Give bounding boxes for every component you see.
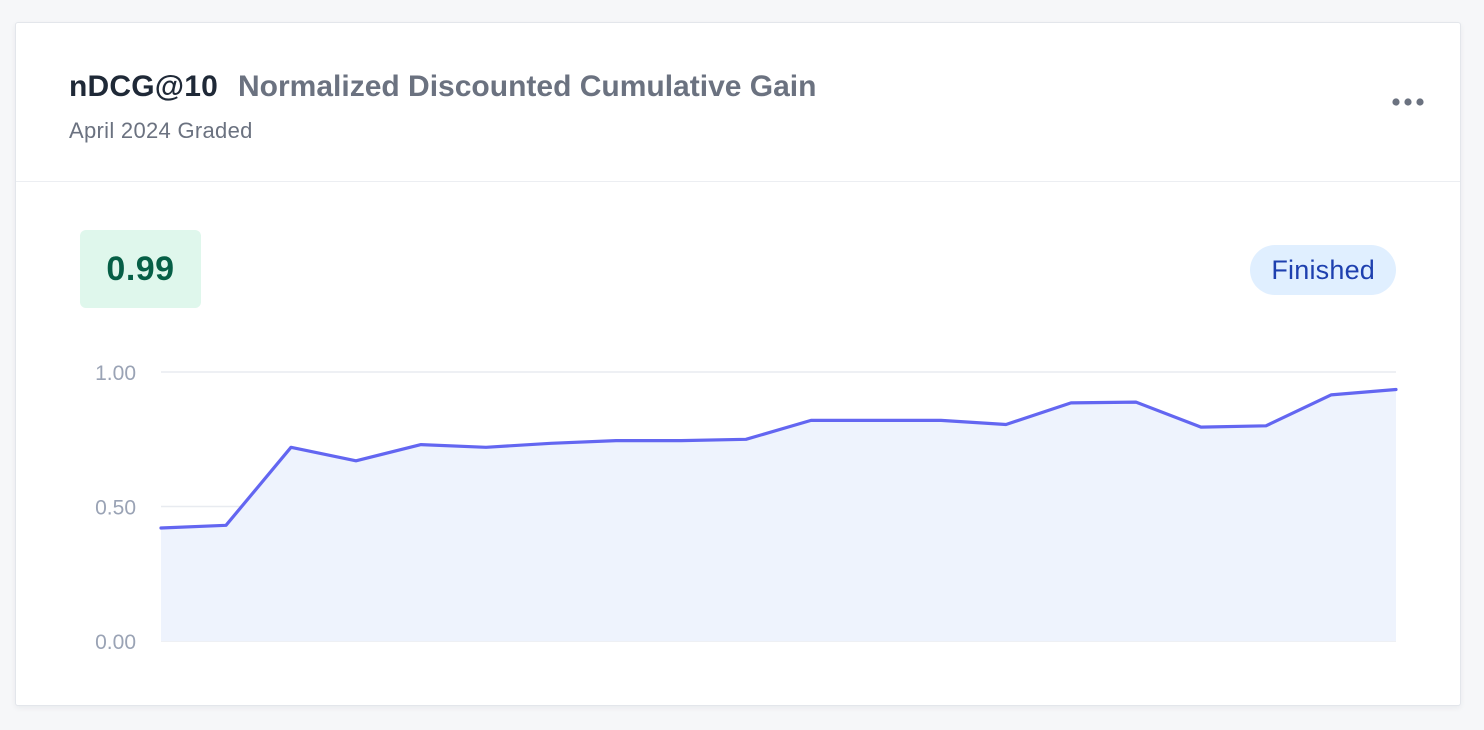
metric-chart: 1.00 0.50 0.00 [95, 362, 1398, 654]
y-tick-label: 1.00 [95, 362, 136, 385]
metric-card: nDCG@10 Normalized Discounted Cumulative … [15, 22, 1461, 706]
y-tick-label: 0.50 [95, 497, 136, 520]
y-tick-label: 0.00 [95, 631, 136, 654]
